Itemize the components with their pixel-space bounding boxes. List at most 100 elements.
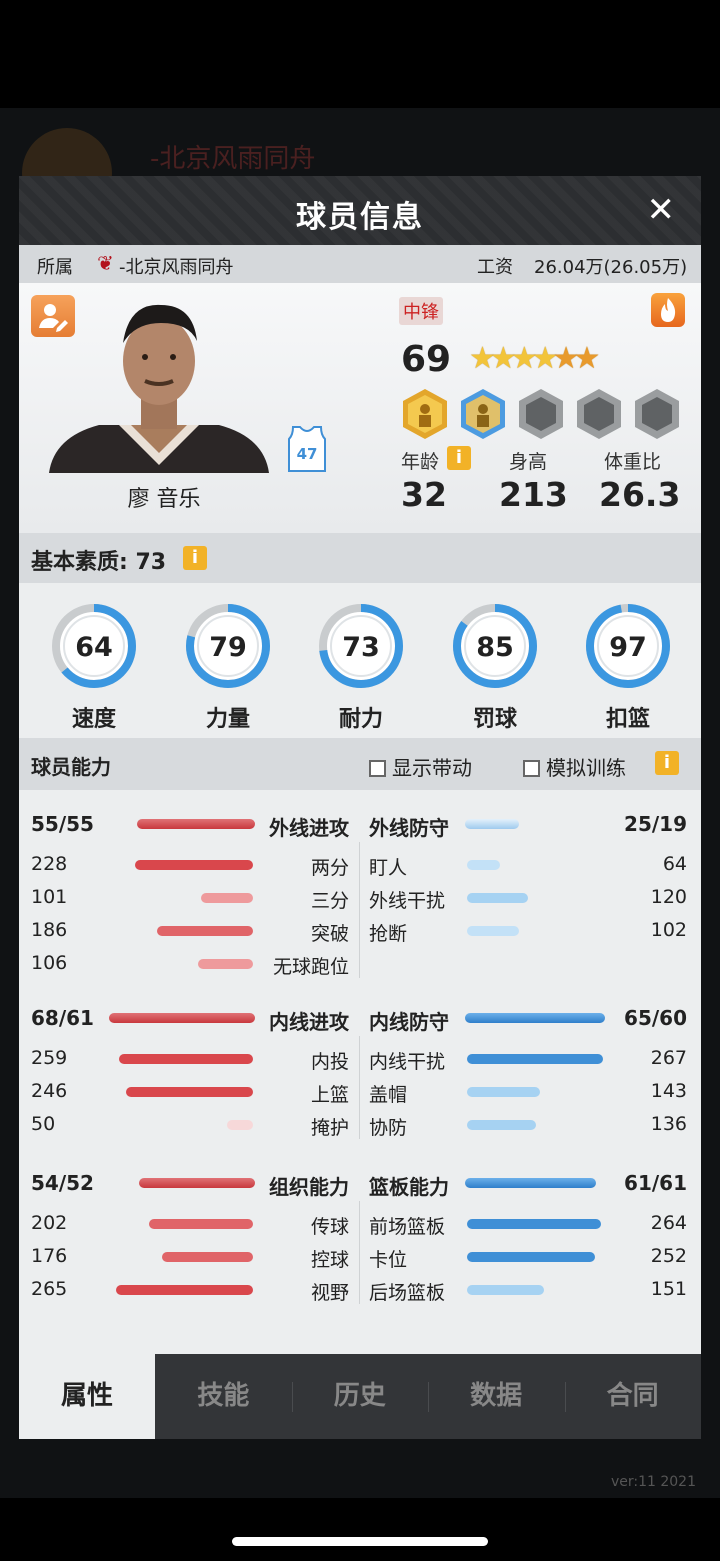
ability-bar: 球员能力 显示带动 模拟训练 i: [19, 738, 701, 790]
group-value: 61/61: [624, 1171, 687, 1195]
stat-bar: [135, 860, 253, 870]
tab-4[interactable]: 数据: [428, 1354, 564, 1439]
stat-bar: [467, 1252, 596, 1262]
stat-value: 246: [31, 1080, 68, 1102]
stat-bar: [162, 1252, 253, 1262]
tab-5[interactable]: 合同: [565, 1354, 701, 1439]
attribute-gauge: 73 耐力: [316, 601, 406, 733]
badge-row: [399, 387, 699, 441]
group-value: 25/19: [624, 812, 687, 836]
group-bar: [465, 1178, 597, 1188]
stat-value: 106: [31, 952, 68, 974]
stat-bar: [200, 893, 253, 903]
star-icon: ★: [573, 341, 601, 376]
weight-label: 体重比: [604, 451, 662, 473]
stat-value: 252: [650, 1245, 687, 1267]
stat-bar: [467, 860, 500, 870]
stat-label: 内投: [310, 1051, 349, 1073]
stat-value: 186: [31, 919, 68, 941]
group-name: 外线防守: [369, 816, 449, 840]
show-drive-checkbox[interactable]: 显示带动: [369, 752, 472, 781]
stat-label: 后场篮板: [369, 1282, 446, 1304]
stat-value: 176: [31, 1245, 68, 1267]
dialog-header: 球员信息 ✕: [19, 176, 701, 245]
stat-bar: [227, 1120, 253, 1130]
salary-label: 工资: [477, 257, 513, 278]
gauge-value: 85: [476, 632, 514, 663]
group-value: 68/61: [31, 1006, 94, 1030]
stat-value: 151: [650, 1278, 687, 1300]
rose-icon: ❦: [97, 251, 114, 275]
stat-bar: [467, 1120, 537, 1130]
stat-label: 传球: [310, 1216, 349, 1238]
position-badge: 中锋: [399, 297, 443, 325]
gauge-label: 力量: [205, 707, 250, 732]
stat-bar: [148, 1219, 253, 1229]
age-label: 年龄: [401, 451, 440, 473]
star-icon: ★: [552, 341, 580, 376]
group-bar: [137, 819, 255, 829]
group-name: 内线防守: [369, 1010, 449, 1034]
stat-value: 101: [31, 886, 68, 908]
stat-bar: [467, 1087, 540, 1097]
gauge-label: 罚球: [472, 707, 517, 732]
group-value: 54/52: [31, 1171, 94, 1195]
stat-value: 120: [650, 886, 687, 908]
fire-icon[interactable]: [651, 293, 685, 327]
tab-separator: [564, 1382, 566, 1412]
locked-badge-icon: [519, 389, 563, 439]
stat-label: 上篮: [310, 1084, 349, 1106]
gauge-value: 73: [342, 632, 380, 663]
stat-label: 无球跑位: [272, 956, 349, 978]
gauge-value: 64: [75, 632, 113, 663]
gauge-label: 速度: [71, 707, 116, 732]
stat-label: 盯人: [369, 857, 408, 879]
ability-info-icon[interactable]: i: [655, 751, 679, 775]
stat-label: 抢断: [369, 923, 408, 945]
weight-value: 26.3: [599, 475, 681, 514]
stat-bar: [467, 1285, 544, 1295]
jersey-number: 47: [297, 445, 318, 463]
stat-bar: [467, 1219, 602, 1229]
stat-label: 三分: [310, 890, 349, 912]
player-portrait: [49, 304, 269, 473]
team-name: -北京风雨同舟: [119, 257, 234, 278]
stat-label: 外线干扰: [369, 890, 446, 912]
stat-value: 143: [650, 1080, 687, 1102]
stat-label: 协防: [369, 1117, 408, 1139]
tab-1[interactable]: 属性: [19, 1354, 155, 1439]
column-divider: [359, 1201, 360, 1304]
close-icon[interactable]: ✕: [647, 190, 676, 230]
basic-info-icon[interactable]: i: [183, 546, 207, 570]
stat-label: 控球: [310, 1249, 349, 1271]
gauge-value: 79: [209, 632, 247, 663]
player-name: 廖 音乐: [127, 487, 201, 512]
basic-attributes-bar: 基本素质: 73 i: [19, 533, 701, 583]
stat-value: 64: [662, 853, 687, 875]
stat-bar: [467, 893, 529, 903]
stat-label: 盖帽: [369, 1084, 408, 1106]
height-value: 213: [499, 475, 568, 514]
stat-bar: [125, 1087, 253, 1097]
player-info-dialog: 球员信息 ✕ 所属 ❦ -北京风雨同舟 工资 26.04万(26.05万) 47…: [19, 176, 701, 1439]
group-value: 55/55: [31, 812, 94, 836]
tab-2[interactable]: 技能: [155, 1354, 291, 1439]
attribute-gauge: 85 罚球: [450, 601, 540, 733]
stat-label: 前场篮板: [369, 1216, 446, 1238]
star-icon: ★: [469, 341, 496, 376]
age-info-icon[interactable]: i: [447, 446, 471, 470]
group-bar: [465, 819, 519, 829]
attribute-gauge: 64 速度: [49, 601, 139, 733]
affiliation-label: 所属: [37, 257, 73, 278]
background-team-name: -北京风雨同舟: [150, 144, 316, 174]
stat-label: 内线干扰: [369, 1051, 446, 1073]
stat-value: 136: [650, 1113, 687, 1135]
sim-training-checkbox[interactable]: 模拟训练: [523, 752, 626, 781]
group-bar: [465, 1013, 605, 1023]
overall-rating: 69: [401, 339, 452, 380]
tab-3[interactable]: 历史: [292, 1354, 428, 1439]
gold-badge-icon: [403, 389, 447, 439]
attribute-gauge: 79 力量: [183, 601, 273, 733]
stat-bar: [467, 1054, 603, 1064]
ability-title: 球员能力: [31, 755, 111, 779]
